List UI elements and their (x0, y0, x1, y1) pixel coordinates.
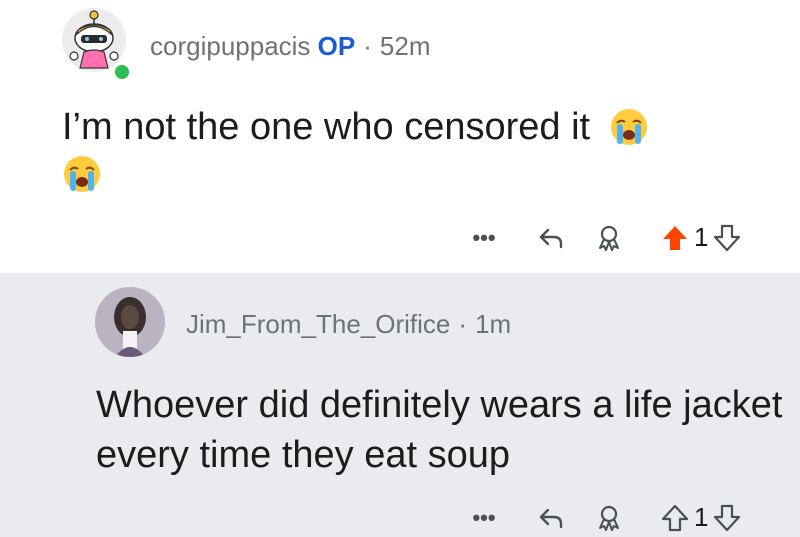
loudly-crying-face-icon (610, 109, 647, 145)
comment-actions: ••• 1 (464, 502, 742, 533)
online-status-indicator (112, 62, 132, 82)
upvote-filled-icon (663, 225, 687, 250)
upvote-button[interactable] (660, 223, 690, 253)
comment-corgipuppacis: corgipuppacis OP · 52m I’m not the one who… (0, 0, 800, 273)
downvote-button[interactable] (712, 503, 742, 533)
op-badge: OP (317, 31, 356, 61)
comment-age: 52m (379, 31, 431, 61)
award-icon (599, 225, 619, 251)
comment-meta: Jim_From_The_Orifice · 1m (186, 309, 511, 340)
comment-body: Whoever did definitely wears a life jack… (96, 380, 786, 480)
comment-text: Whoever did definitely wears a life jack… (96, 384, 783, 476)
username[interactable]: Jim_From_The_Orifice (186, 309, 450, 339)
upvote-button[interactable] (660, 503, 690, 533)
loudly-crying-face-icon (64, 156, 100, 192)
meta-separator: · (363, 31, 372, 61)
award-button[interactable] (594, 223, 624, 253)
downvote-icon (714, 224, 741, 251)
comment-meta: corgipuppacis OP · 52m (150, 31, 431, 62)
downvote-button[interactable] (712, 223, 742, 253)
comment-jim-from-the-orifice: Jim_From_The_Orifice · 1m Whoever did defi… (0, 273, 800, 537)
more-options-button[interactable]: ••• (464, 505, 504, 531)
reply-button[interactable] (536, 503, 566, 533)
upvote-icon (661, 504, 689, 531)
downvote-icon (714, 504, 741, 531)
meta-separator: · (458, 309, 468, 339)
vote-count: 1 (694, 502, 709, 532)
profile-photo-icon (95, 287, 165, 357)
reply-icon (539, 228, 563, 248)
reply-button[interactable] (536, 223, 566, 253)
vote-count: 1 (694, 222, 709, 252)
award-icon (599, 505, 619, 531)
award-button[interactable] (594, 503, 624, 533)
comment-age: 1m (475, 309, 512, 339)
username[interactable]: corgipuppacis (150, 31, 310, 61)
more-options-button[interactable]: ••• (464, 225, 504, 251)
comment-text: I’m not the one who censored it (62, 106, 591, 148)
comment-body: I’m not the one who censored it (62, 102, 762, 194)
reply-icon (539, 508, 563, 528)
comment-actions: ••• 1 (464, 222, 742, 253)
avatar[interactable] (95, 287, 165, 357)
